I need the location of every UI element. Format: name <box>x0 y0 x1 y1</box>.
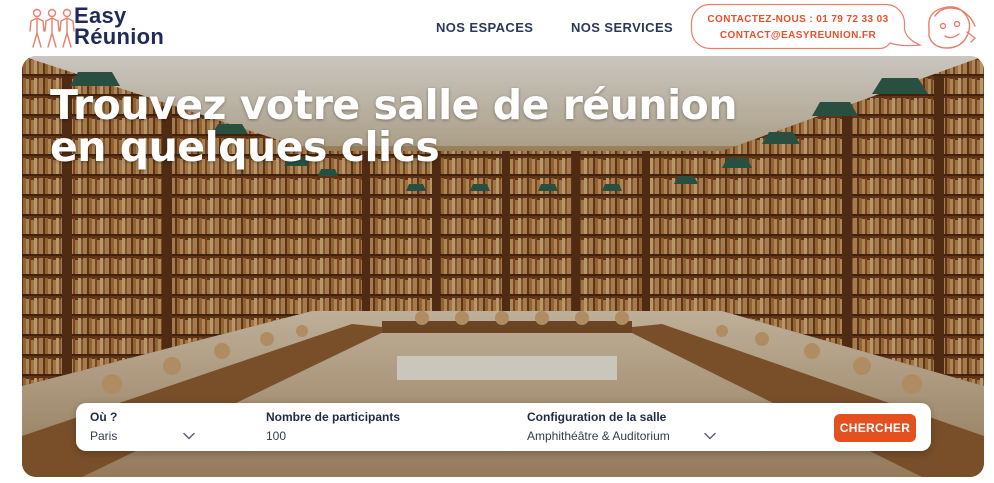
mascot-icon <box>928 6 976 49</box>
chevron-down-icon[interactable] <box>704 432 716 440</box>
contact-email[interactable]: CONTACT@EASYREUNION.FR <box>690 30 906 41</box>
location-label: Où ? <box>90 410 118 424</box>
nav-link-services[interactable]: NOS SERVICES <box>571 20 673 35</box>
search-bar: Où ? Paris Nombre de participants 100 Co… <box>76 403 931 451</box>
hero-title-line-2: en quelques clics <box>50 123 440 171</box>
site-header: Easy Réunion NOS ESPACES NOS SERVICES CO… <box>0 0 994 56</box>
configuration-value[interactable]: Amphithéâtre & Auditorium <box>527 429 727 443</box>
brand-line-1: Easy <box>74 3 127 28</box>
brand-name: Easy Réunion <box>74 3 165 49</box>
logo-people-icon <box>29 8 75 48</box>
participants-value[interactable]: 100 <box>266 429 466 443</box>
logo[interactable]: Easy Réunion <box>28 5 188 51</box>
hero-title: Trouvez votre salle de réunion en quelqu… <box>50 81 738 171</box>
participants-input[interactable]: Nombre de participants 100 <box>266 410 466 443</box>
room-configuration-select[interactable]: Configuration de la salle Amphithéâtre &… <box>527 410 727 443</box>
speech-bubble-shape <box>690 3 922 50</box>
contact-bubble[interactable]: CONTACTEZ-NOUS : 01 79 72 33 03 CONTACT@… <box>690 3 922 50</box>
brand-line-2: Réunion <box>74 24 165 49</box>
hero-title-line-1: Trouvez votre salle de réunion <box>50 81 738 129</box>
configuration-label: Configuration de la salle <box>527 410 667 424</box>
participants-label: Nombre de participants <box>266 410 401 424</box>
search-button[interactable]: CHERCHER <box>834 414 916 442</box>
nav-link-espaces[interactable]: NOS ESPACES <box>436 20 533 35</box>
chevron-down-icon[interactable] <box>183 432 195 440</box>
contact-phone[interactable]: CONTACTEZ-NOUS : 01 79 72 33 03 <box>690 14 906 25</box>
